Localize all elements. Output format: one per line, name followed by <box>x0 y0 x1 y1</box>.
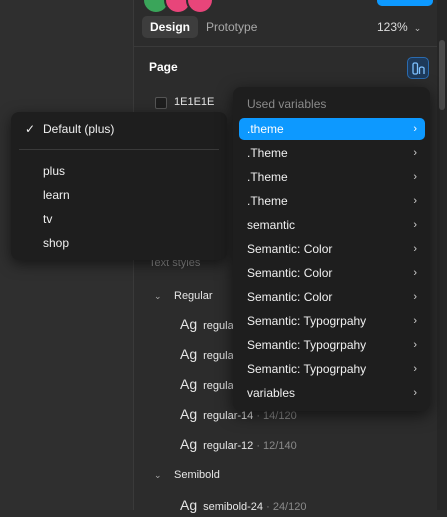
text-style-row[interactable]: Ag regular-12 · 12/140 <box>180 434 297 454</box>
style-meta: · 12/140 <box>253 440 297 452</box>
variable-collection-label: Semantic: Color <box>247 266 333 280</box>
variable-collection-label: .theme <box>247 122 284 136</box>
variable-collection-label: Semantic: Typogrpahy <box>247 314 367 328</box>
variable-collection-label: Semantic: Typogrpahy <box>247 338 367 352</box>
tab-prototype[interactable]: Prototype <box>198 16 265 38</box>
text-style-row[interactable]: Ag regular <box>180 344 237 364</box>
variable-collection-item[interactable]: Semantic: Typogrpahy › <box>239 358 425 380</box>
zoom-dropdown[interactable]: 123% ⌄ <box>377 16 421 38</box>
variable-collection-label: Semantic: Typogrpahy <box>247 362 367 376</box>
chevron-down-icon: ⌄ <box>413 23 422 33</box>
style-sample: Ag <box>180 376 198 392</box>
style-name: semibold-24 <box>203 501 264 513</box>
style-name: regular-14 <box>203 410 254 422</box>
style-sample: Ag <box>180 316 198 332</box>
text-style-row[interactable]: Ag regular <box>180 314 237 334</box>
variable-collection-item[interactable]: .Theme › <box>239 142 425 164</box>
variable-collection-item[interactable]: Semantic: Color › <box>239 238 425 260</box>
chevron-right-icon: › <box>413 147 417 159</box>
variable-collection-item[interactable]: Semantic: Color › <box>239 286 425 308</box>
chevron-right-icon: › <box>413 243 417 255</box>
menu-divider <box>19 149 219 150</box>
variable-collection-item[interactable]: .Theme › <box>239 166 425 188</box>
style-sample: Ag <box>180 406 198 422</box>
menu-item-mode[interactable]: tv <box>43 212 52 226</box>
chevron-down-icon[interactable]: ⌄ <box>154 291 162 302</box>
menu-item-selected-mode[interactable]: Default (plus) <box>43 122 114 136</box>
menu-item-mode[interactable]: learn <box>43 188 70 202</box>
variable-collection-label: .Theme <box>247 194 288 208</box>
variable-collection-item[interactable]: semantic › <box>239 214 425 236</box>
variable-collection-label: .Theme <box>247 170 288 184</box>
used-variables-menu: Used variables .theme › .Theme › .Theme › .… <box>233 87 430 411</box>
chevron-right-icon: › <box>413 171 417 183</box>
library-variable-icon <box>412 62 425 75</box>
chevron-right-icon: › <box>413 291 417 303</box>
chevron-right-icon: › <box>413 267 417 279</box>
chevron-right-icon: › <box>413 195 417 207</box>
chevron-right-icon: › <box>413 363 417 375</box>
chevron-right-icon: › <box>413 123 417 135</box>
text-style-row[interactable]: Ag semibold-24 · 24/120 <box>180 495 306 515</box>
chevron-down-icon[interactable]: ⌄ <box>154 470 162 481</box>
tab-design[interactable]: Design <box>142 16 199 38</box>
style-meta: · 14/120 <box>253 410 297 422</box>
variable-collection-item[interactable]: variables › <box>239 382 425 404</box>
variable-collection-item[interactable]: .Theme › <box>239 190 425 212</box>
variable-collection-item[interactable]: Semantic: Typogrpahy › <box>239 334 425 356</box>
chevron-right-icon: › <box>413 315 417 327</box>
variable-collection-label: variables <box>247 386 296 400</box>
style-name: regular-12 <box>203 440 254 452</box>
variable-collection-item[interactable]: .theme › <box>239 118 425 140</box>
panel-scrollbar-thumb[interactable] <box>439 40 445 110</box>
variable-collection-label: Semantic: Color <box>247 290 333 304</box>
share-button[interactable] <box>377 0 433 6</box>
text-style-row[interactable]: Ag regular <box>180 374 237 394</box>
variable-collection-item[interactable]: Semantic: Color › <box>239 262 425 284</box>
section-title-page: Page <box>149 60 178 74</box>
style-group-semibold[interactable]: Semibold <box>174 469 220 481</box>
style-sample: Ag <box>180 436 198 452</box>
mode-dropdown-menu: ✓ Default (plus) plus learn tv shop <box>11 112 227 260</box>
style-group-regular[interactable]: Regular <box>174 290 213 302</box>
style-sample: Ag <box>180 346 198 362</box>
divider <box>133 46 437 47</box>
variable-collection-label: .Theme <box>247 146 288 160</box>
chevron-right-icon: › <box>413 387 417 399</box>
variable-collection-label: Semantic: Color <box>247 242 333 256</box>
variable-collection-label: semantic <box>247 218 296 232</box>
menu-item-mode[interactable]: shop <box>43 236 69 250</box>
variable-mode-button[interactable] <box>407 57 429 79</box>
zoom-value: 123% <box>377 20 408 34</box>
background-color-hex[interactable]: 1E1E1E <box>174 96 214 108</box>
menu-header: Used variables <box>247 97 327 111</box>
style-meta: · 24/120 <box>263 501 307 513</box>
variable-collection-item[interactable]: Semantic: Typogrpahy › <box>239 310 425 332</box>
chevron-right-icon: › <box>413 219 417 231</box>
style-sample: Ag <box>180 497 198 513</box>
menu-item-mode[interactable]: plus <box>43 164 65 178</box>
chevron-right-icon: › <box>413 339 417 351</box>
checkmark-icon: ✓ <box>25 122 36 136</box>
background-color-swatch[interactable] <box>155 97 167 109</box>
